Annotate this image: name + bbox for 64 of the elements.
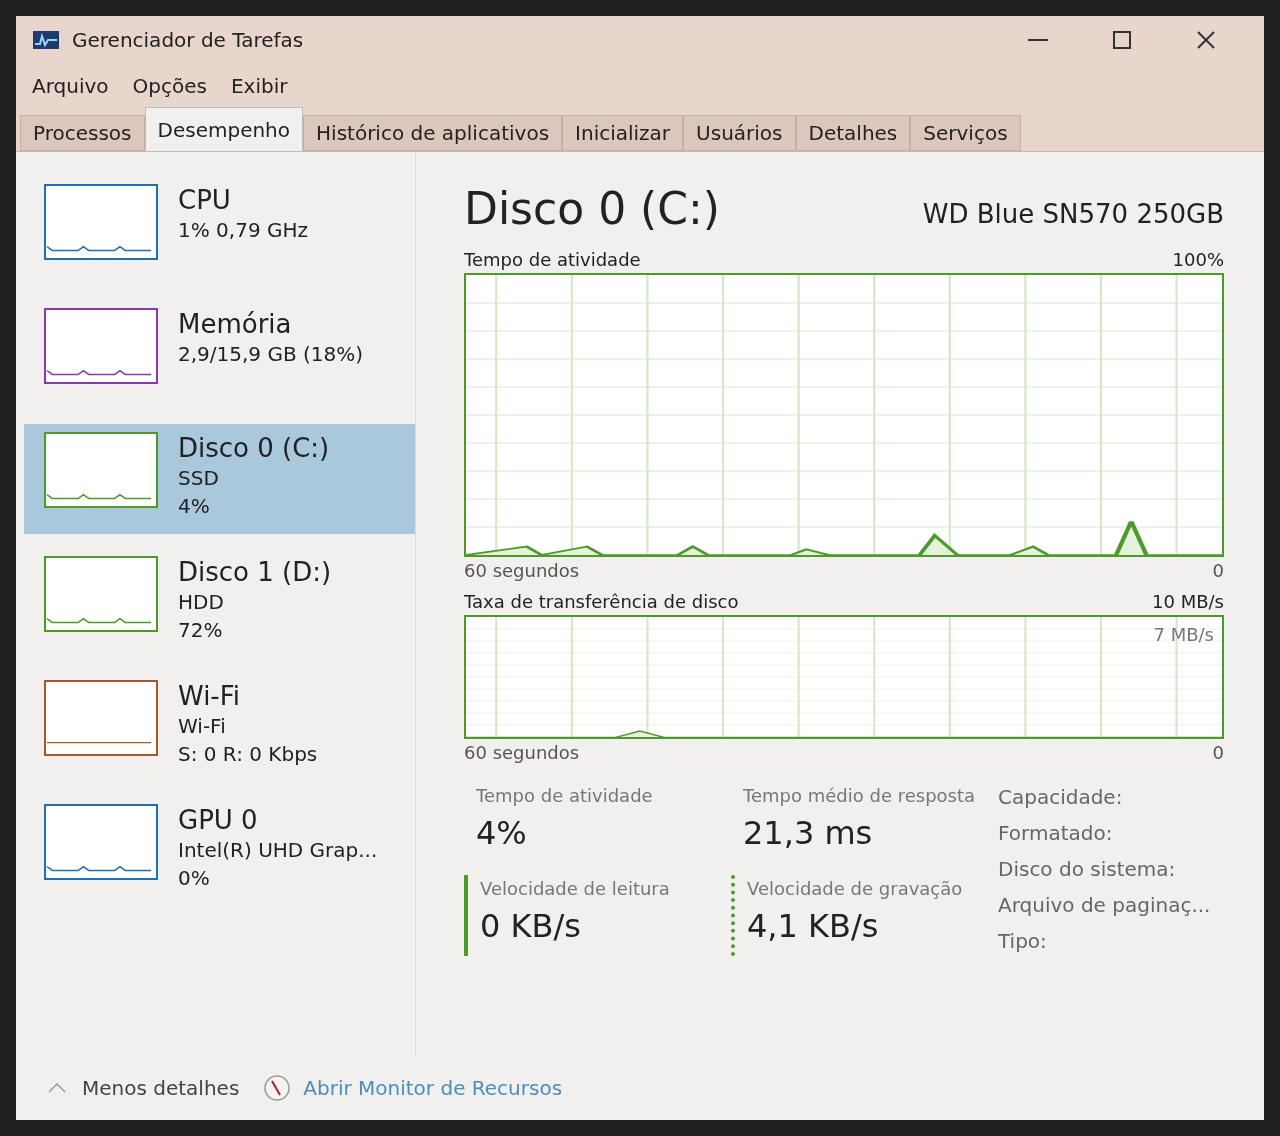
- device-name: Wi-Fi: [178, 680, 242, 712]
- device-info: 4%: [178, 493, 211, 520]
- device-info: 1% 0,79 GHz: [178, 217, 308, 244]
- graph-label: Tempo de atividade: [464, 248, 641, 272]
- tab[interactable]: Detalhes: [795, 115, 911, 151]
- device-name: GPU 0: [178, 804, 259, 836]
- property-label: Disco do sistema:: [998, 856, 1177, 883]
- device-name: Disco 0 (C:): [178, 432, 330, 464]
- menu-item[interactable]: Exibir: [222, 71, 296, 101]
- disk-title: Disco 0 (C:): [464, 182, 720, 236]
- tab[interactable]: Usuários: [683, 115, 796, 151]
- tab[interactable]: Inicializar: [562, 115, 684, 151]
- stat-value: 4,1 KB/s: [747, 906, 880, 947]
- chevron-up-icon: [48, 1083, 66, 1093]
- window-title: Gerenciador de Tarefas: [72, 27, 304, 54]
- menu-item[interactable]: Arquivo: [24, 71, 117, 101]
- device-info: 2,9/15,9 GB (18%): [178, 341, 364, 368]
- stat-label: Tempo médio de resposta: [743, 784, 974, 808]
- axis-label: 0: [1212, 559, 1224, 583]
- device-info: 0%: [178, 865, 211, 892]
- device-info: S: 0 R: 0 Kbps: [178, 741, 318, 768]
- property-label: Tipo:: [998, 928, 1048, 955]
- sidebar-item[interactable]: Disco 1 (D:) HDD 72%: [24, 548, 415, 658]
- close-icon: [1197, 31, 1215, 49]
- axis-label: 60 segundos: [464, 741, 580, 765]
- property-label: Formatado:: [998, 820, 1114, 847]
- sidebar-item[interactable]: GPU 0 Intel(R) UHD Grap... 0%: [24, 796, 415, 906]
- tab[interactable]: Processos: [20, 115, 145, 151]
- sidebar-item[interactable]: Wi-Fi Wi-Fi S: 0 R: 0 Kbps: [24, 672, 415, 782]
- graph-max: 10 MB/s: [1152, 590, 1224, 614]
- axis-label: 0: [1212, 741, 1224, 765]
- property-label: Capacidade:: [998, 784, 1124, 811]
- sidebar-item[interactable]: CPU 1% 0,79 GHz: [24, 176, 415, 286]
- device-info: 72%: [178, 617, 224, 644]
- stat-value: 21,3 ms: [743, 813, 874, 854]
- graph-scale: 7 MB/s: [1153, 623, 1214, 647]
- graph-label: Taxa de transferência de disco: [464, 590, 739, 614]
- device-info: HDD: [178, 589, 225, 616]
- device-info: SSD: [178, 465, 220, 492]
- property-label: Arquivo de paginaç...: [998, 892, 1211, 919]
- gauge-icon: [263, 1074, 292, 1102]
- menu-item[interactable]: Opções: [124, 71, 215, 101]
- graph-max: 100%: [1172, 248, 1224, 272]
- sidebar-item[interactable]: Memória 2,9/15,9 GB (18%): [24, 300, 415, 410]
- maximize-icon: [1113, 31, 1131, 49]
- minimize-icon: [1028, 39, 1048, 41]
- tab[interactable]: Desempenho: [144, 107, 304, 151]
- stat-label: Velocidade de gravação: [747, 877, 964, 901]
- device-name: Disco 1 (D:): [178, 556, 332, 588]
- device-info: Intel(R) UHD Grap...: [178, 837, 378, 864]
- app-icon: [32, 30, 60, 50]
- device-name: Memória: [178, 308, 293, 340]
- tab[interactable]: Histórico de aplicativos: [303, 115, 563, 151]
- stat-value: 0 KB/s: [480, 906, 582, 947]
- sidebar-item[interactable]: Disco 0 (C:) SSD 4%: [24, 424, 415, 534]
- stat-label: Velocidade de leitura: [480, 877, 671, 901]
- device-info: Wi-Fi: [178, 713, 227, 740]
- device-name: CPU: [178, 184, 232, 216]
- stat-value: 4%: [476, 813, 528, 854]
- stat-label: Tempo de atividade: [476, 784, 654, 808]
- axis-label: 60 segundos: [464, 559, 580, 583]
- less-details-button[interactable]: Menos detalhes: [48, 1073, 240, 1103]
- disk-model: WD Blue SN570 250GB: [922, 198, 1224, 231]
- tab[interactable]: Serviços: [910, 115, 1021, 151]
